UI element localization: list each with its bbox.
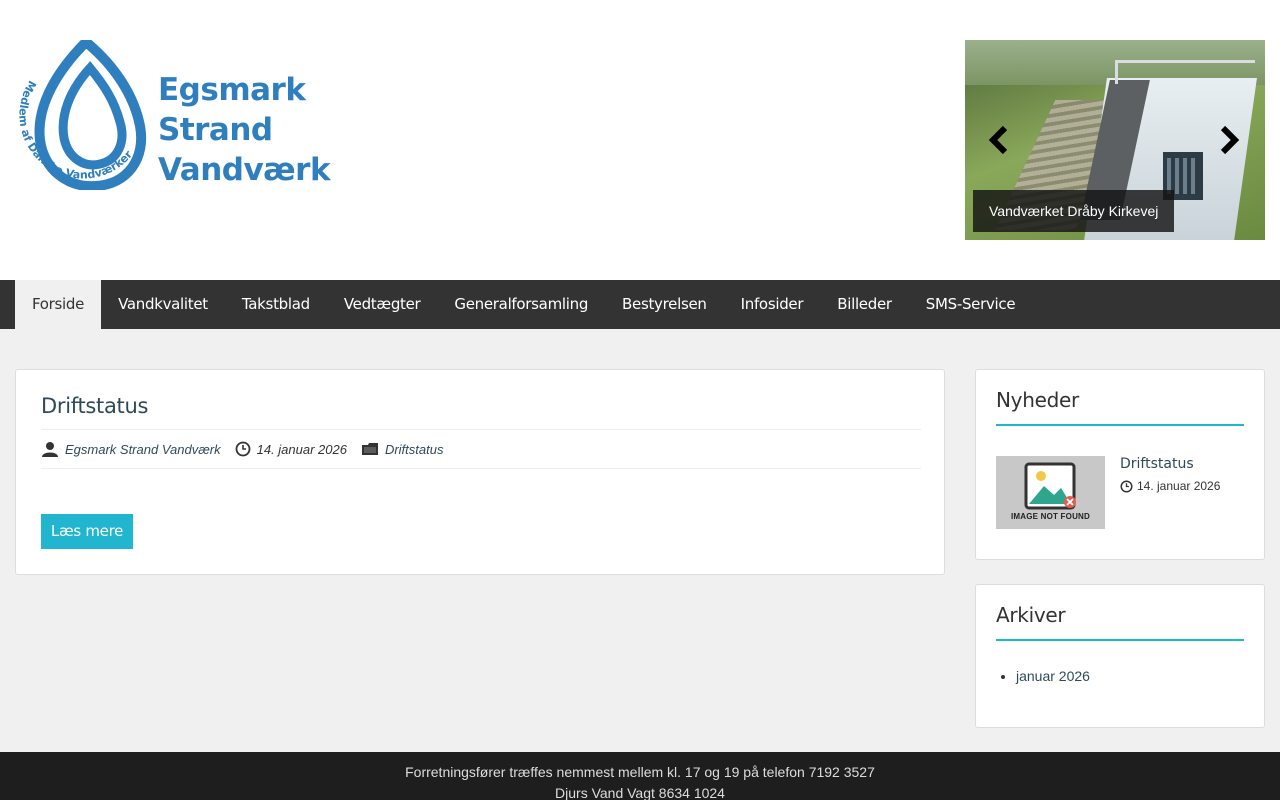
site-title-line1: Egsmark Strand <box>158 72 306 148</box>
image-not-found-icon <box>1024 462 1076 510</box>
post-title[interactable]: Driftstatus <box>41 394 148 418</box>
clock-icon <box>1120 479 1133 493</box>
nav-item-forside[interactable]: Forside <box>15 280 102 329</box>
archive-widget-title: Arkiver <box>996 603 1244 641</box>
site-footer: Forretningsfører træffes nemmest mellem … <box>0 752 1280 800</box>
folder-icon <box>361 443 378 455</box>
site-title: Egsmark Strand Vandværk <box>158 70 418 190</box>
nav-item-billeder[interactable]: Billeder <box>820 280 909 329</box>
slide-railing <box>1115 60 1255 84</box>
read-more-button[interactable]: Læs mere <box>41 514 133 549</box>
nav-item-bestyrelsen[interactable]: Bestyrelsen <box>605 280 724 329</box>
site-title-line2: Vandværk <box>158 152 331 188</box>
main-navigation: Forside Vandkvalitet Takstblad Vedtægter… <box>0 280 1280 329</box>
nav-item-generalforsamling[interactable]: Generalforsamling <box>437 280 605 329</box>
image-not-found-text: IMAGE NOT FOUND <box>1011 512 1090 521</box>
archive-list: januar 2026 <box>1016 668 1090 684</box>
list-item: januar 2026 <box>1016 668 1090 684</box>
news-widget-title: Nyheder <box>996 388 1244 426</box>
post-category-link[interactable]: Driftstatus <box>385 442 444 457</box>
archive-link-januar-2026[interactable]: januar 2026 <box>1016 668 1090 684</box>
nav-item-infosider[interactable]: Infosider <box>724 280 821 329</box>
clock-icon <box>235 441 250 457</box>
slide-caption: Vandværket Dråby Kirkevej <box>973 190 1175 232</box>
nav-item-vedtaegter[interactable]: Vedtægter <box>327 280 438 329</box>
nav-item-sms-service[interactable]: SMS-Service <box>909 280 1033 329</box>
news-thumbnail[interactable]: IMAGE NOT FOUND <box>996 456 1105 529</box>
site-logo[interactable]: Medlem af Danske Vandværker Egsmark Stra… <box>16 35 418 192</box>
footer-contact-line: Forretningsfører træffes nemmest mellem … <box>405 764 875 780</box>
water-drop-logo-icon: Medlem af Danske Vandværker <box>16 35 147 192</box>
post-card: Driftstatus Egsmark Strand Vandværk 14. … <box>15 369 945 575</box>
chevron-right-icon[interactable] <box>1219 125 1241 155</box>
chevron-left-icon[interactable] <box>987 125 1009 155</box>
nav-item-vandkvalitet[interactable]: Vandkvalitet <box>101 280 225 329</box>
archive-widget: Arkiver januar 2026 <box>975 584 1265 728</box>
post-date[interactable]: 14. januar 2026 <box>257 442 347 457</box>
news-item-date: 14. januar 2026 <box>1120 479 1220 493</box>
news-item-title[interactable]: Driftstatus <box>1120 456 1194 472</box>
site-header: Medlem af Danske Vandværker Egsmark Stra… <box>0 0 1280 280</box>
nav-item-takstblad[interactable]: Takstblad <box>225 280 327 329</box>
news-widget: Nyheder IMAGE NOT FOUND Driftstatus 14. … <box>975 369 1265 560</box>
news-item-date-text: 14. januar 2026 <box>1137 479 1221 493</box>
post-meta: Egsmark Strand Vandværk 14. januar 2026 … <box>41 429 921 469</box>
footer-emergency-line: Djurs Vand Vagt 8634 1024 <box>555 785 725 800</box>
image-slider[interactable]: Vandværket Dråby Kirkevej <box>965 40 1265 240</box>
user-icon <box>42 442 58 457</box>
post-author-link[interactable]: Egsmark Strand Vandværk <box>65 442 221 457</box>
